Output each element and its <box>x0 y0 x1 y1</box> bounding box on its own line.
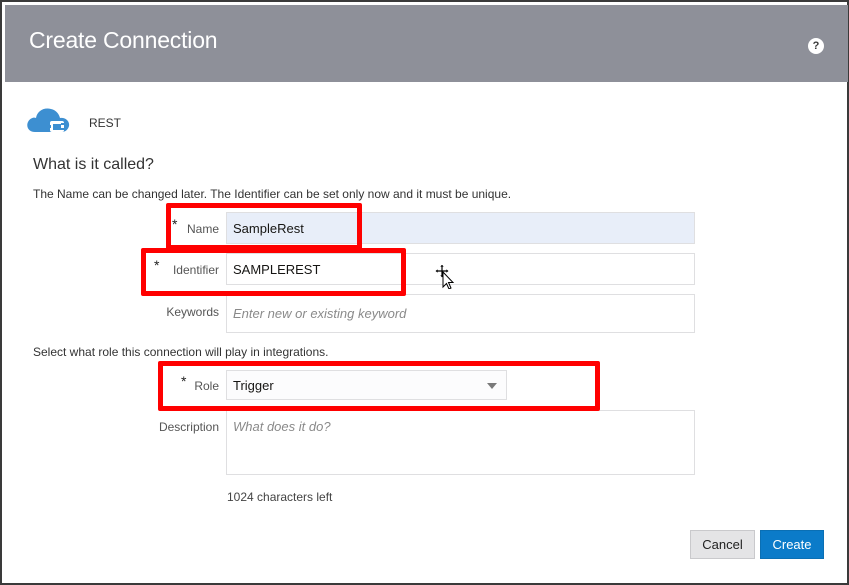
help-icon[interactable]: ? <box>808 38 824 54</box>
create-connection-dialog: Create Connection ? <box>0 0 849 585</box>
description-placeholder: What does it do? <box>233 419 331 434</box>
keywords-input[interactable]: Enter new or existing keyword <box>226 294 695 333</box>
highlight-role-box <box>158 361 600 411</box>
dialog-title: Create Connection <box>29 27 218 53</box>
cloud-rest-icon <box>27 108 70 132</box>
highlight-identifier-box <box>141 248 406 296</box>
role-hint: Select what role this connection will pl… <box>33 345 329 359</box>
move-cursor-icon <box>434 263 455 289</box>
naming-hint: The Name can be changed later. The Ident… <box>33 187 512 201</box>
keywords-placeholder: Enter new or existing keyword <box>233 306 407 321</box>
keywords-label: Keywords <box>166 305 219 319</box>
section-title: What is it called? <box>33 156 154 173</box>
dialog-header: Create Connection ? <box>5 5 848 82</box>
description-label: Description <box>158 420 219 434</box>
cancel-button[interactable]: Cancel <box>690 530 755 559</box>
create-button[interactable]: Create <box>760 530 824 559</box>
highlight-name-box <box>166 203 362 250</box>
character-counter: 1024 characters left <box>227 490 333 504</box>
description-textarea[interactable]: What does it do? <box>226 410 695 475</box>
adapter-name: REST <box>89 116 122 130</box>
